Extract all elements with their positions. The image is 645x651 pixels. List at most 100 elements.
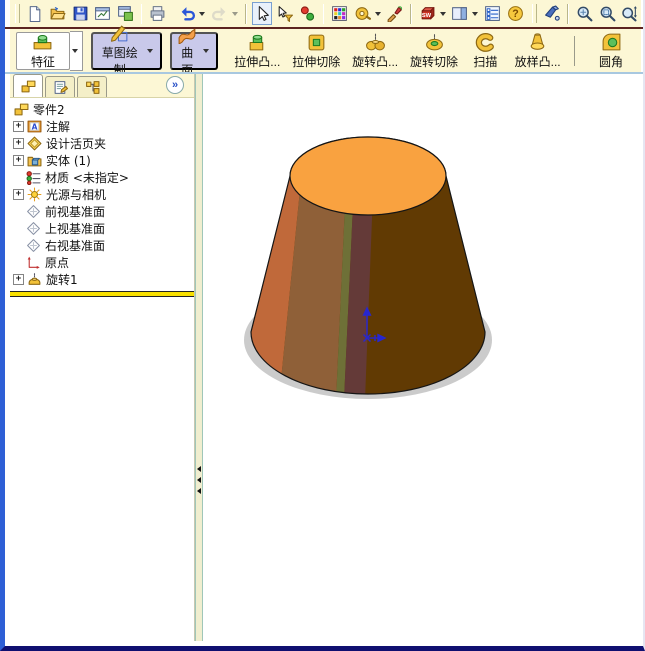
options-checklist-icon <box>484 5 501 22</box>
surfaces-tab-button[interactable]: 曲面 <box>170 28 219 77</box>
plane-icon <box>26 204 41 219</box>
tree-item-origin[interactable]: 原点 <box>10 254 194 271</box>
extruded-cut-icon <box>306 32 327 53</box>
tree-item-right-plane[interactable]: 右视基准面 <box>10 237 194 254</box>
lofted-boss-icon <box>527 32 548 53</box>
features-icon <box>32 31 53 52</box>
features-tab-button[interactable]: 特征 <box>16 31 70 70</box>
options-button[interactable] <box>482 2 503 25</box>
resources-dropdown-caret[interactable] <box>439 11 446 16</box>
origin-icon <box>26 255 41 270</box>
panel-expand-chevrons-button[interactable]: » <box>166 76 184 94</box>
tree-item-design-binder[interactable]: + 设计活页夹 <box>10 135 194 152</box>
expand-toggle[interactable]: + <box>13 121 24 132</box>
extruded-boss-button[interactable]: 拉伸凸... <box>228 31 287 71</box>
tree-root-part[interactable]: 零件2 <box>10 101 194 118</box>
tree-item-material[interactable]: 材质 <未指定> <box>10 169 194 186</box>
sketch-dropdown-caret[interactable] <box>147 48 154 53</box>
view-orientation-button[interactable] <box>542 2 563 25</box>
save-button[interactable] <box>70 2 91 25</box>
panel-splitter[interactable] <box>195 74 203 641</box>
expand-toggle[interactable]: + <box>13 274 24 285</box>
appearance-brush-icon <box>386 5 403 22</box>
zoom-to-fit-button[interactable] <box>574 2 595 25</box>
panel-tab-bar: » <box>10 74 194 98</box>
cone-top-face[interactable] <box>289 136 447 216</box>
sketch-icon <box>109 23 130 44</box>
open-button[interactable] <box>47 2 68 25</box>
toolbar-grip[interactable] <box>532 4 537 23</box>
make-assembly-from-part-button[interactable] <box>115 2 136 25</box>
zoom-area-icon <box>599 5 616 22</box>
traffic-light-icon <box>299 5 316 22</box>
rollback-bar[interactable] <box>10 291 194 297</box>
extruded-boss-icon <box>247 32 268 53</box>
fillet-button[interactable]: 圆角 <box>581 31 641 71</box>
measure-button[interactable] <box>352 2 373 25</box>
tree-item-front-plane[interactable]: 前视基准面 <box>10 203 194 220</box>
surfaces-dropdown-caret[interactable] <box>203 48 210 53</box>
tree-item-lights-cameras[interactable]: + 光源与相机 <box>10 186 194 203</box>
new-document-button[interactable] <box>25 2 46 25</box>
tab-configurationmanager[interactable] <box>77 76 107 97</box>
zoom-to-area-button[interactable] <box>597 2 618 25</box>
tree-item-solid-bodies[interactable]: + 实体 (1) <box>10 152 194 169</box>
design-binder-icon <box>27 136 42 151</box>
task-pane-button[interactable] <box>450 2 471 25</box>
tab-featuremanager[interactable] <box>13 74 43 97</box>
tree-item-revolve1[interactable]: + 旋转1 <box>10 271 194 288</box>
toolbar-separator <box>140 3 143 24</box>
select-button[interactable] <box>251 2 273 25</box>
annotations-icon: A <box>27 119 42 134</box>
splitter-collapse-arrow <box>197 466 201 472</box>
toolbar-separator <box>410 3 412 24</box>
appearance-button[interactable] <box>385 2 406 25</box>
toolbar-separator <box>244 3 247 24</box>
expand-toggle[interactable]: + <box>13 189 24 200</box>
extruded-cut-button[interactable]: 拉伸切除 <box>287 31 346 71</box>
lights-cameras-icon <box>27 187 42 202</box>
fillet-icon <box>601 32 622 53</box>
tree-item-top-plane[interactable]: 上视基准面 <box>10 220 194 237</box>
revolved-cut-button[interactable]: 旋转切除 <box>405 31 464 71</box>
splitter-collapse-arrow <box>197 477 201 483</box>
edit-color-button[interactable] <box>329 2 350 25</box>
revolved-cone-model[interactable] <box>235 118 517 420</box>
solidworks-resources-button[interactable]: SW <box>417 2 438 25</box>
select-filter-icon <box>276 5 294 22</box>
print-icon <box>149 5 166 22</box>
lofted-boss-button[interactable]: 放样凸... <box>507 31 568 71</box>
features-dropdown[interactable] <box>69 30 84 71</box>
undo-dropdown-caret[interactable] <box>199 11 206 16</box>
redo-button[interactable] <box>209 2 230 25</box>
save-icon <box>72 5 89 22</box>
sketch-tab-button[interactable]: 草图绘制 <box>91 25 163 77</box>
toolbar-separator <box>322 3 325 24</box>
feature-manager-panel: » 零件2 + A 注解 + 设计活页夹 + 实体 (1) 材质 <未指定> +… <box>10 74 195 641</box>
task-pane-dropdown-caret[interactable] <box>472 11 479 16</box>
select-filter-button[interactable] <box>274 2 295 25</box>
print-button[interactable] <box>147 2 168 25</box>
redo-dropdown-caret[interactable] <box>231 11 238 16</box>
selection-filter-toggle-button[interactable] <box>297 2 318 25</box>
features-label: 特征 <box>30 55 55 69</box>
make-drawing-from-part-button[interactable] <box>92 2 113 25</box>
propertymanager-tab-icon <box>53 80 68 95</box>
tree-item-annotations[interactable]: + A 注解 <box>10 118 194 135</box>
measure-dropdown-caret[interactable] <box>374 11 381 16</box>
expand-toggle[interactable]: + <box>13 138 24 149</box>
expand-toggle[interactable]: + <box>13 155 24 166</box>
material-icon <box>26 170 41 185</box>
graphics-viewport[interactable] <box>203 74 641 641</box>
undo-button[interactable] <box>177 2 198 25</box>
help-button[interactable]: ? <box>505 2 526 25</box>
toolbar-separator <box>574 35 576 66</box>
sweep-button[interactable]: 扫描 <box>464 31 508 71</box>
tab-propertymanager[interactable] <box>45 76 75 97</box>
zoom-in-out-button[interactable] <box>620 2 641 25</box>
revolved-boss-button[interactable]: 旋转凸... <box>346 31 405 71</box>
new-document-icon <box>26 5 43 22</box>
toolbar-grip[interactable] <box>15 4 20 23</box>
revolved-cut-icon <box>424 32 445 53</box>
make-drawing-icon <box>94 5 111 22</box>
